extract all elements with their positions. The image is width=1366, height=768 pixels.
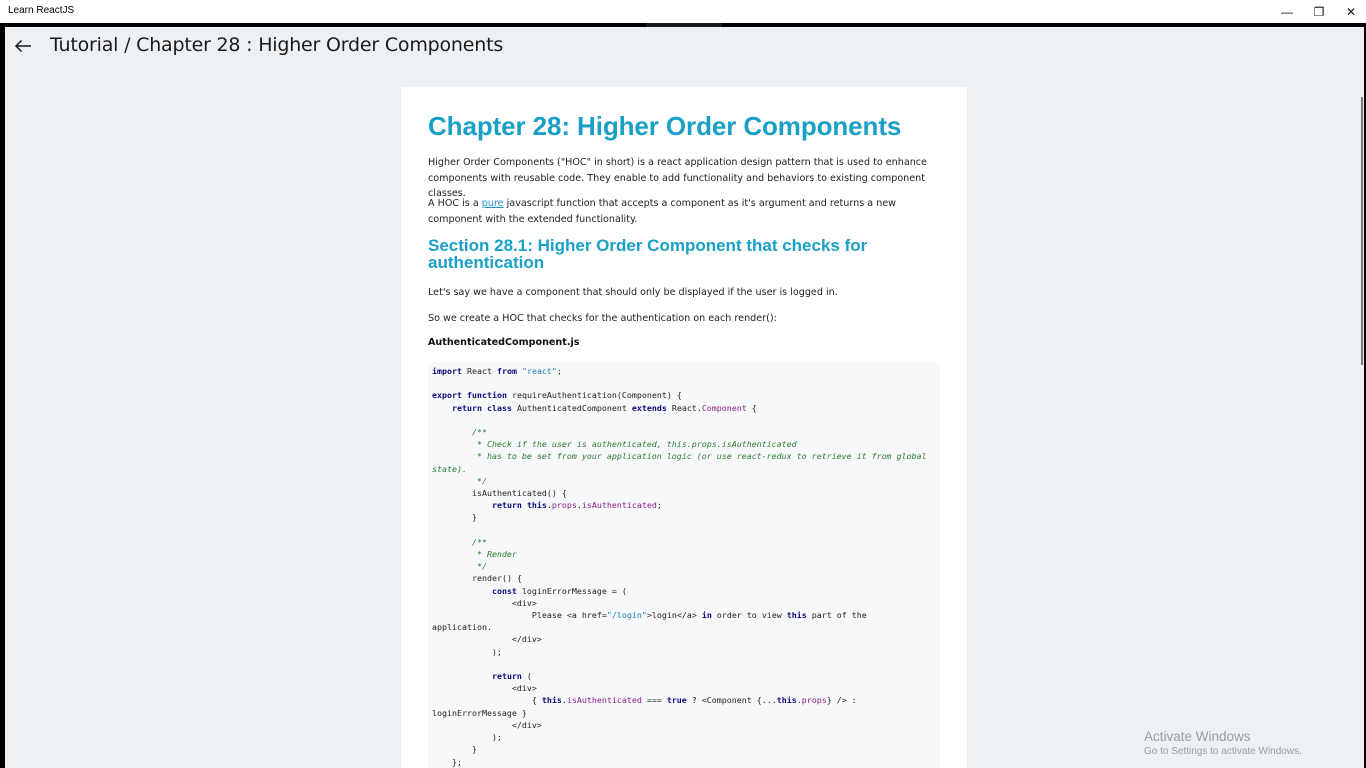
code-line: <div> xyxy=(432,683,537,694)
pure-link[interactable]: pure xyxy=(482,198,504,209)
code-line: isAuthenticated() { xyxy=(471,488,567,499)
watermark-title: Activate Windows xyxy=(1144,729,1251,744)
vertical-scrollbar[interactable] xyxy=(1361,97,1363,365)
code-line: * Render xyxy=(432,549,517,560)
code-line: application. xyxy=(432,622,492,633)
code-line: * Check if the user is authenticated, th… xyxy=(432,439,797,450)
watermark-subtitle: Go to Settings to activate Windows. xyxy=(1144,746,1302,757)
code-line: return class AuthenticatedComponent exte… xyxy=(451,402,757,413)
code-line: const loginErrorMessage = ( xyxy=(491,585,627,596)
activation-watermark: Activate Windows Go to Settings to activ… xyxy=(1144,729,1302,757)
code-line: </div> xyxy=(432,719,542,730)
code-line: Please <a href="/login">login</a> in ord… xyxy=(531,610,867,621)
chapter-heading: Chapter 28: Higher Order Components xyxy=(428,111,902,141)
code-line: /** xyxy=(432,536,487,547)
code-line: export function requireAuthentication(Co… xyxy=(432,390,682,401)
page-title: Tutorial / Chapter 28 : Higher Order Com… xyxy=(50,34,504,56)
code-line: state). xyxy=(432,463,467,474)
arrow-left-icon xyxy=(14,39,31,53)
hoc-paragraph: A HOC is a pure javascript function that… xyxy=(428,196,940,227)
close-button[interactable]: ✕ xyxy=(1334,0,1366,23)
code-line: return ( xyxy=(491,671,532,682)
restore-icon: ❐ xyxy=(1313,4,1325,19)
code-filename: AuthenticatedComponent.js xyxy=(428,337,580,348)
code-line: } xyxy=(432,744,477,755)
app-frame: Tutorial / Chapter 28 : Higher Order Com… xyxy=(5,27,1364,768)
code-line: import React from "react"; xyxy=(432,366,562,376)
restore-button[interactable]: ❐ xyxy=(1302,0,1336,23)
code-block: import React from "react"; export functi… xyxy=(428,362,940,768)
code-line: <div> xyxy=(432,597,537,608)
code-line: return this.props.isAuthenticated; xyxy=(491,500,662,511)
hoc-prefix: A HOC is a xyxy=(428,198,482,209)
back-button[interactable] xyxy=(8,33,38,59)
code-line: } xyxy=(432,512,477,523)
article-card: Chapter 28: Higher Order Components High… xyxy=(401,87,967,768)
code-line: }; xyxy=(432,756,462,767)
code-line: * has to be set from your application lo… xyxy=(432,451,927,462)
app-title: Learn ReactJS xyxy=(8,5,75,16)
code-line: { this.isAuthenticated === true ? <Compo… xyxy=(432,695,857,706)
intro-paragraph: Higher Order Components ("HOC" in short)… xyxy=(428,157,927,199)
section-paragraph-2: So we create a HOC that checks for the a… xyxy=(428,313,777,324)
code-line: */ xyxy=(432,475,487,486)
code-line: render() { xyxy=(471,573,522,584)
minimize-icon: — xyxy=(1281,4,1293,19)
window-titlebar: Learn ReactJS — ❐ ✕ xyxy=(0,0,1366,23)
code-line: loginErrorMessage } xyxy=(432,707,527,718)
code-line: ); xyxy=(432,732,502,743)
section-heading: Section 28.1: Higher Order Component tha… xyxy=(428,236,868,272)
section-paragraph-1: Let's say we have a component that shoul… xyxy=(428,287,838,298)
code-line: ); xyxy=(432,646,502,657)
code-line: </div> xyxy=(432,634,542,645)
code-line: */ xyxy=(432,561,487,572)
close-icon: ✕ xyxy=(1345,4,1357,19)
code-line: /** xyxy=(432,427,487,438)
code-content: import React from "react"; export functi… xyxy=(432,365,927,768)
minimize-button[interactable]: — xyxy=(1270,0,1304,23)
